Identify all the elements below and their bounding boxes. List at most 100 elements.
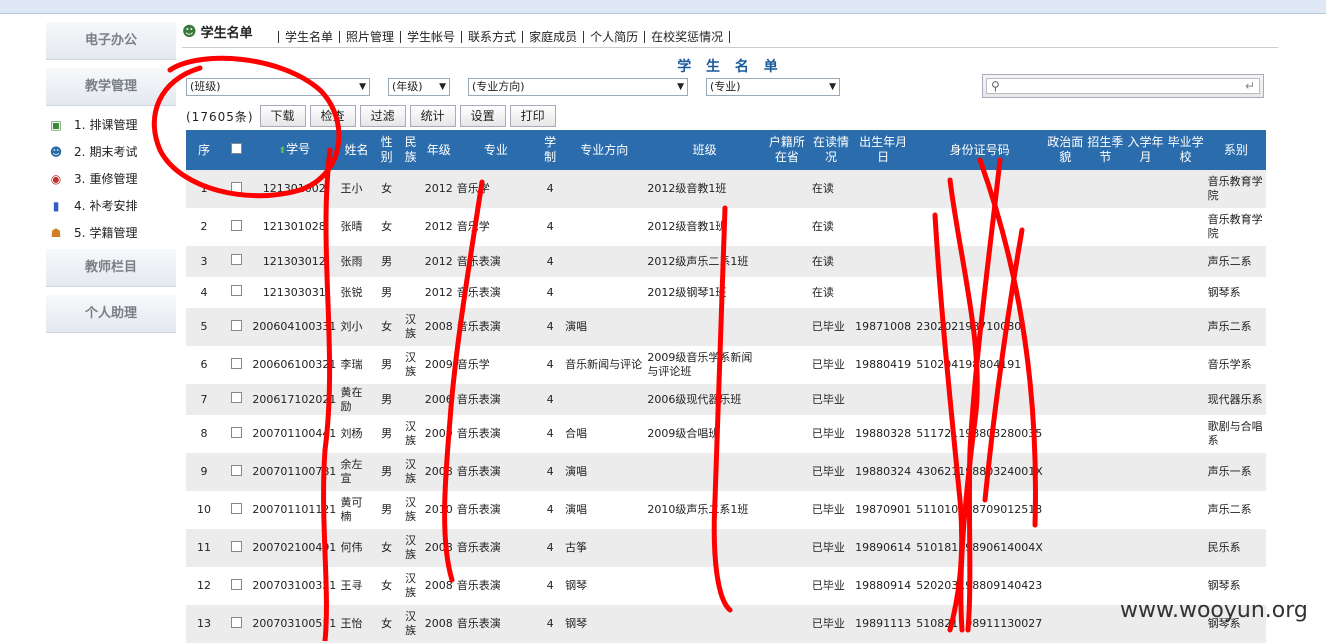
table-row[interactable]: 5 200604100331 刘小女汉族 2008 音乐表演 4 演唱 已毕业 19871008… <box>186 308 1266 346</box>
sidebar-section-teacher[interactable]: 教师栏目 <box>46 249 176 287</box>
tab-student-list[interactable]: 学生名单 <box>278 31 339 43</box>
col-province[interactable]: 户籍所在省 <box>763 130 810 170</box>
check-button[interactable]: 检查 <box>309 105 356 127</box>
col-sex[interactable]: 性别 <box>374 130 399 170</box>
row-checkbox[interactable] <box>230 540 242 552</box>
col-name[interactable]: 姓名 <box>338 130 375 170</box>
table-row[interactable]: 2 121301028 张晴女 2012 音乐学 4 2012级音教1班 在读 音乐教育学院 <box>186 208 1266 246</box>
class-select[interactable]: (班级) ▼ <box>186 78 370 96</box>
cell-nation <box>398 384 423 415</box>
col-political[interactable]: 政治面貌 <box>1045 130 1086 170</box>
cell-dept: 音乐教育学院 <box>1205 170 1266 208</box>
cell-status: 在读 <box>809 246 853 277</box>
col-direction[interactable]: 专业方向 <box>563 130 646 170</box>
tab-rewards[interactable]: 在校奖惩情况 <box>644 31 731 43</box>
sidebar-section-teaching[interactable]: 教学管理 <box>46 68 176 106</box>
cell-nation: 汉族 <box>398 567 423 605</box>
direction-select[interactable]: (专业方向) ▼ <box>468 78 688 96</box>
col-seq[interactable]: 序 <box>186 130 223 170</box>
table-row[interactable]: 12 200703100321 王寻女汉族 2008 音乐表演 4 钢琴 已毕业 1988091… <box>186 567 1266 605</box>
tab-accounts[interactable]: 学生帐号 <box>400 31 461 43</box>
row-checkbox[interactable] <box>230 357 242 369</box>
col-student-id[interactable]: ⬆学号 <box>250 130 339 170</box>
grade-select[interactable]: (年级) ▼ <box>388 78 450 96</box>
empty-cell <box>1165 246 1206 277</box>
table-row[interactable]: 3 121303012 张雨男 2012 音乐表演 4 2012级声乐二系1班 在读 声乐二系 <box>186 246 1266 277</box>
col-season[interactable]: 招生季节 <box>1085 130 1126 170</box>
row-checkbox[interactable] <box>230 219 242 231</box>
row-checkbox[interactable] <box>230 426 242 438</box>
major-select[interactable]: (专业) ▼ <box>706 78 840 96</box>
sidebar-item-scheduling[interactable]: ▣ 1. 排课管理 <box>46 112 176 139</box>
sidebar-item-enrollment[interactable]: ☗ 5. 学籍管理 <box>46 220 176 247</box>
sidebar-item-final-exam[interactable]: ☻ 2. 期末考试 <box>46 139 176 166</box>
row-checkbox[interactable] <box>230 616 242 628</box>
stats-button[interactable]: 统计 <box>409 105 456 127</box>
col-select[interactable] <box>222 130 251 170</box>
download-button[interactable]: 下载 <box>259 105 306 127</box>
col-idcard[interactable]: 身份证号码 <box>914 130 1046 170</box>
cell-idcard: 510821198911130027 <box>914 605 1046 643</box>
empty-cell <box>1165 415 1206 453</box>
cell-direction <box>563 246 646 277</box>
sidebar-item-retake[interactable]: ◉ 3. 重修管理 <box>46 166 176 193</box>
empty-cell <box>763 529 810 567</box>
cell-major: 音乐表演 <box>454 491 538 529</box>
tab-contacts[interactable]: 联系方式 <box>461 31 522 43</box>
empty-cell <box>763 346 810 384</box>
col-birth[interactable]: 出生年月日 <box>852 130 915 170</box>
table-row[interactable]: 6 200606100321 李瑞男汉族 2009 音乐学 4 音乐新闻与评论 2009级音乐… <box>186 346 1266 384</box>
col-nation[interactable]: 民族 <box>398 130 423 170</box>
row-checkbox[interactable] <box>230 254 242 265</box>
tab-photos[interactable]: 照片管理 <box>339 31 400 43</box>
empty-cell <box>763 170 810 208</box>
table-row[interactable]: 8 200701100441 刘杨男汉族 2009 音乐表演 4 合唱 2009级合唱班 已毕业… <box>186 415 1266 453</box>
col-grade[interactable]: 年级 <box>422 130 455 170</box>
col-major[interactable]: 专业 <box>454 130 538 170</box>
tab-resume[interactable]: 个人简历 <box>583 31 644 43</box>
select-all-checkbox[interactable] <box>230 142 242 154</box>
col-enroll[interactable]: 入学年月 <box>1125 130 1166 170</box>
col-class[interactable]: 班级 <box>645 130 764 170</box>
tab-family[interactable]: 家庭成员 <box>522 31 583 43</box>
sidebar-section-office[interactable]: 电子办公 <box>46 22 176 60</box>
row-checkbox[interactable] <box>230 319 242 331</box>
cell-direction: 演唱 <box>563 491 646 529</box>
col-years[interactable]: 学制 <box>537 130 564 170</box>
sidebar-section-assistant[interactable]: 个人助理 <box>46 295 176 333</box>
filter-button[interactable]: 过滤 <box>359 105 406 127</box>
table-row[interactable]: 13 200703100551 王怡女汉族 2008 音乐表演 4 钢琴 已毕业 1989111… <box>186 605 1266 643</box>
cell-class <box>645 308 764 346</box>
row-checkbox[interactable] <box>230 502 242 514</box>
search-bar: ⚲ ↵ <box>982 74 1264 98</box>
row-checkbox[interactable] <box>230 285 242 296</box>
col-dept[interactable]: 系别 <box>1205 130 1266 170</box>
table-row[interactable]: 7 200617102021 黄在励男 2006 音乐表演 4 2006级现代器乐班 已毕业 现… <box>186 384 1266 415</box>
cell-id: 200703100551 <box>250 605 339 643</box>
table-row[interactable]: 10 200701101121 黄可楠男汉族 2010 音乐表演 4 演唱 2010级声乐二系… <box>186 491 1266 529</box>
table-row[interactable]: 1 121301002 王小女 2012 音乐学 4 2012级音教1班 在读 音乐教育学院 <box>186 170 1266 208</box>
sidebar-item-makeup[interactable]: ▮ 4. 补考安排 <box>46 193 176 220</box>
col-school[interactable]: 毕业学校 <box>1165 130 1206 170</box>
cell-seq: 6 <box>186 346 223 384</box>
settings-button[interactable]: 设置 <box>459 105 506 127</box>
filter-bar: (班级) ▼ (年级) ▼ (专业方向) ▼ (专业) ▼ ⚲ ↵ <box>182 74 1278 100</box>
row-checkbox[interactable] <box>230 464 242 476</box>
cell-name: 张晴 <box>338 208 375 246</box>
print-button[interactable]: 打印 <box>509 105 556 127</box>
table-row[interactable]: 11 200702100491 何伟女汉族 2008 音乐表演 4 古筝 已毕业 1989061… <box>186 529 1266 567</box>
cell-id: 200702100491 <box>250 529 339 567</box>
row-checkbox[interactable] <box>230 181 242 193</box>
sidebar-item-label: 学籍管理 <box>89 226 138 240</box>
cell-grade: 2008 <box>422 567 455 605</box>
enter-icon[interactable]: ↵ <box>1245 79 1255 93</box>
col-status[interactable]: 在读情况 <box>809 130 853 170</box>
row-checkbox[interactable] <box>230 392 242 403</box>
table-row[interactable]: 4 121303031 张锐男 2012 音乐表演 4 2012级钢琴1班 在读 钢琴系 <box>186 277 1266 308</box>
cell-birth <box>852 208 915 246</box>
empty-cell <box>1165 529 1206 567</box>
table-row[interactable]: 9 200701100781 余左宣男汉族 2008 音乐表演 4 演唱 已毕业 1988032… <box>186 453 1266 491</box>
row-checkbox[interactable] <box>230 578 242 590</box>
cell-major: 音乐表演 <box>454 384 538 415</box>
search-input[interactable]: ⚲ ↵ <box>986 78 1260 94</box>
